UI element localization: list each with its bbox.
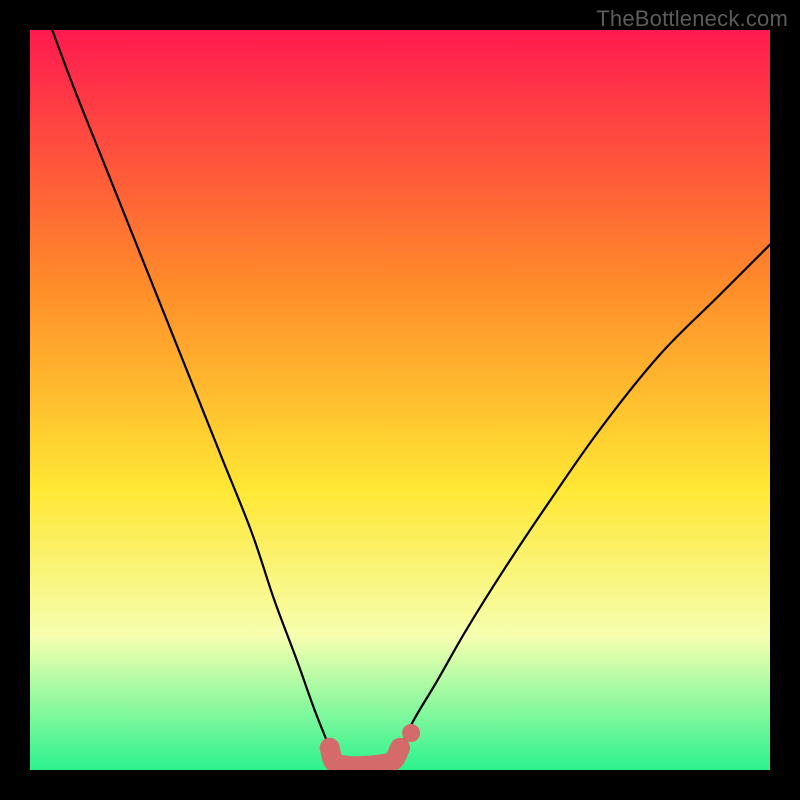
watermark-text: TheBottleneck.com — [596, 6, 788, 32]
series-point-right-start-marker — [402, 724, 420, 742]
chart-svg — [30, 30, 770, 770]
chart-frame — [30, 30, 770, 770]
gradient-background — [30, 30, 770, 770]
